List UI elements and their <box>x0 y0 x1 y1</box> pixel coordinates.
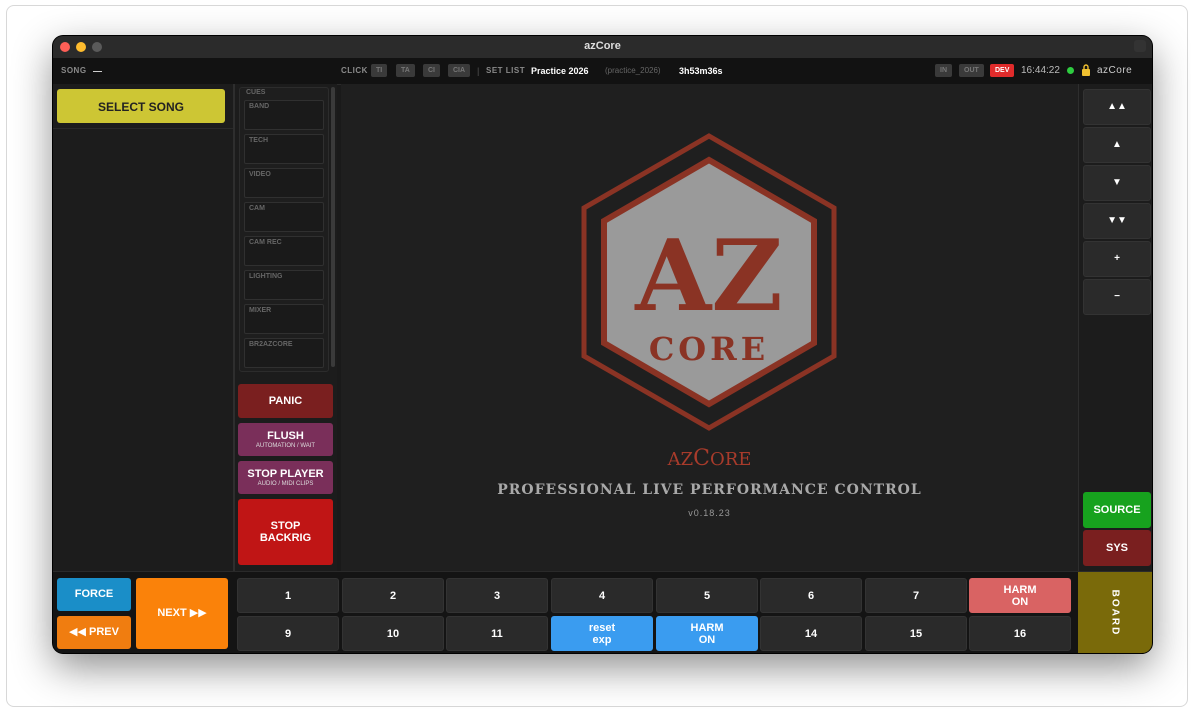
app-name-core-rest: ORE <box>709 449 752 470</box>
pad-14[interactable]: 14 <box>760 616 862 651</box>
brand-label: azCore <box>1097 65 1133 76</box>
click-pill-cia[interactable]: CIA <box>448 64 471 77</box>
pad-9[interactable]: 9 <box>237 616 339 651</box>
window-title: azCore <box>584 40 621 52</box>
cue-slot-br2azcore[interactable]: BR2AZCORE <box>244 338 324 368</box>
pad-10[interactable]: 10 <box>342 616 444 651</box>
cue-slot-band[interactable]: BAND <box>244 100 324 130</box>
cue-label: CAM REC <box>249 239 282 246</box>
main-area: AZ CORE AZCORE PROFESSIONAL LIVE PERFORM… <box>341 84 1078 571</box>
pad-15[interactable]: 15 <box>865 616 967 651</box>
titlebar-corner-control[interactable] <box>1134 40 1146 52</box>
stop-backrig-label-line2: BACKRIG <box>259 532 312 544</box>
song-label: SONG <box>61 66 87 75</box>
clock: 16:44:22 <box>1021 65 1060 76</box>
pad-7[interactable]: 7 <box>865 578 967 613</box>
panic-button[interactable]: PANIC <box>238 384 333 418</box>
cue-slot-lighting[interactable]: LIGHTING <box>244 270 324 300</box>
setlist-duration: 3h53m36s <box>679 66 723 76</box>
click-pill-ti[interactable]: TI <box>371 64 388 77</box>
cue-label: BR2AZCORE <box>249 341 293 348</box>
sys-button[interactable]: SYS <box>1083 530 1151 566</box>
flush-button[interactable]: FLUSH AUTOMATION / WAIT <box>238 423 333 456</box>
click-pill-ci[interactable]: CI <box>423 64 440 77</box>
pad-11[interactable]: 11 <box>446 616 548 651</box>
scroll-up-button[interactable]: ▲ <box>1083 127 1151 163</box>
song-list[interactable] <box>53 128 233 572</box>
status-bar: SONG — CLICK TI TA CI CIA | SET LIST Pra… <box>53 58 1152 85</box>
next-button[interactable]: NEXT ▶▶ <box>136 578 228 649</box>
separator: | <box>477 66 480 76</box>
click-label: CLICK <box>341 66 368 75</box>
zoom-out-button[interactable]: − <box>1083 279 1151 315</box>
app-window: azCore SONG — CLICK TI TA CI CIA | SET L… <box>53 36 1152 653</box>
stop-player-label: STOP PLAYER <box>247 468 324 480</box>
scroll-down-button[interactable]: ▼ <box>1083 165 1151 201</box>
cues-scrollbar[interactable] <box>331 87 335 367</box>
pad-4[interactable]: 4 <box>551 578 653 613</box>
cues-column: CUES BAND TECH VIDEO CAM CAM REC LIGHTIN… <box>235 84 337 571</box>
pad-8-harm-on[interactable]: HARM ON <box>969 578 1071 613</box>
song-value: — <box>93 66 102 76</box>
version-label: v0.18.23 <box>688 508 731 518</box>
panic-label: PANIC <box>268 395 303 407</box>
connection-status-dot <box>1067 67 1074 74</box>
tagline: PROFESSIONAL LIVE PERFORMANCE CONTROL <box>497 482 922 498</box>
pad-13-harm-on[interactable]: HARM ON <box>656 616 758 651</box>
force-button[interactable]: FORCE <box>57 578 131 611</box>
logo-core: CORE <box>649 330 769 368</box>
pad-6[interactable]: 6 <box>760 578 862 613</box>
scroll-bottom-button[interactable]: ▼▼ <box>1083 203 1151 239</box>
dev-badge: DEV <box>990 64 1015 77</box>
setlist-name[interactable]: Practice 2026 <box>531 66 589 76</box>
cue-label: CAM <box>249 205 265 212</box>
app-name-core-initial: C <box>693 446 710 471</box>
prev-button[interactable]: ◀◀ PREV <box>57 616 131 649</box>
logo-letters: AZ <box>634 219 783 334</box>
cue-label: MIXER <box>249 307 272 314</box>
cue-label: BAND <box>249 103 270 110</box>
cue-slot-tech[interactable]: TECH <box>244 134 324 164</box>
song-panel: SELECT SONG <box>53 84 235 571</box>
zoom-in-button[interactable]: + <box>1083 241 1151 277</box>
lock-icon[interactable] <box>1081 64 1091 76</box>
app-name: AZCORE <box>341 446 1078 471</box>
board-label: BOARD <box>1109 589 1121 637</box>
cue-slot-cam[interactable]: CAM <box>244 202 324 232</box>
pad-2[interactable]: 2 <box>342 578 444 613</box>
stop-backrig-label-line1: STOP <box>270 520 301 532</box>
scroll-top-button[interactable]: ▲▲ <box>1083 89 1151 125</box>
pad-12-reset-exp[interactable]: reset exp <box>551 616 653 651</box>
azcore-logo: AZ CORE <box>581 133 837 431</box>
cue-slot-video[interactable]: VIDEO <box>244 168 324 198</box>
app-name-prefix: AZ <box>667 449 694 470</box>
title-bar: azCore <box>53 36 1152 59</box>
stop-player-button[interactable]: STOP PLAYER AUDIO / MIDI CLIPS <box>238 461 333 494</box>
cue-label: LIGHTING <box>249 273 283 280</box>
pad-5[interactable]: 5 <box>656 578 758 613</box>
bottom-control-bar: FORCE ◀◀ PREV NEXT ▶▶ 1 2 3 4 5 6 7 HARM… <box>53 571 1152 653</box>
pad-16[interactable]: 16 <box>969 616 1071 651</box>
stop-backrig-button[interactable]: STOP BACKRIG <box>238 499 333 565</box>
navigation-column: ▲▲ ▲ ▼ ▼▼ + − SOURCE SYS <box>1078 84 1152 571</box>
in-indicator: IN <box>935 64 952 77</box>
click-pill-ta[interactable]: TA <box>396 64 415 77</box>
select-song-button[interactable]: SELECT SONG <box>57 89 225 123</box>
cues-panel: CUES BAND TECH VIDEO CAM CAM REC LIGHTIN… <box>239 87 329 372</box>
cue-slot-mixer[interactable]: MIXER <box>244 304 324 334</box>
pad-3[interactable]: 3 <box>446 578 548 613</box>
out-indicator: OUT <box>959 64 984 77</box>
source-button[interactable]: SOURCE <box>1083 492 1151 528</box>
cue-label: TECH <box>249 137 269 144</box>
setlist-id: (practice_2026) <box>605 66 661 75</box>
cues-title: CUES <box>246 89 266 96</box>
flush-sublabel: AUTOMATION / WAIT <box>255 443 316 449</box>
setlist-label: SET LIST <box>486 66 526 75</box>
cue-label: VIDEO <box>249 171 271 178</box>
board-button[interactable]: BOARD <box>1078 572 1152 653</box>
stop-player-sublabel: AUDIO / MIDI CLIPS <box>257 481 314 487</box>
pad-1[interactable]: 1 <box>237 578 339 613</box>
flush-label: FLUSH <box>267 430 304 442</box>
cue-slot-cam-rec[interactable]: CAM REC <box>244 236 324 266</box>
